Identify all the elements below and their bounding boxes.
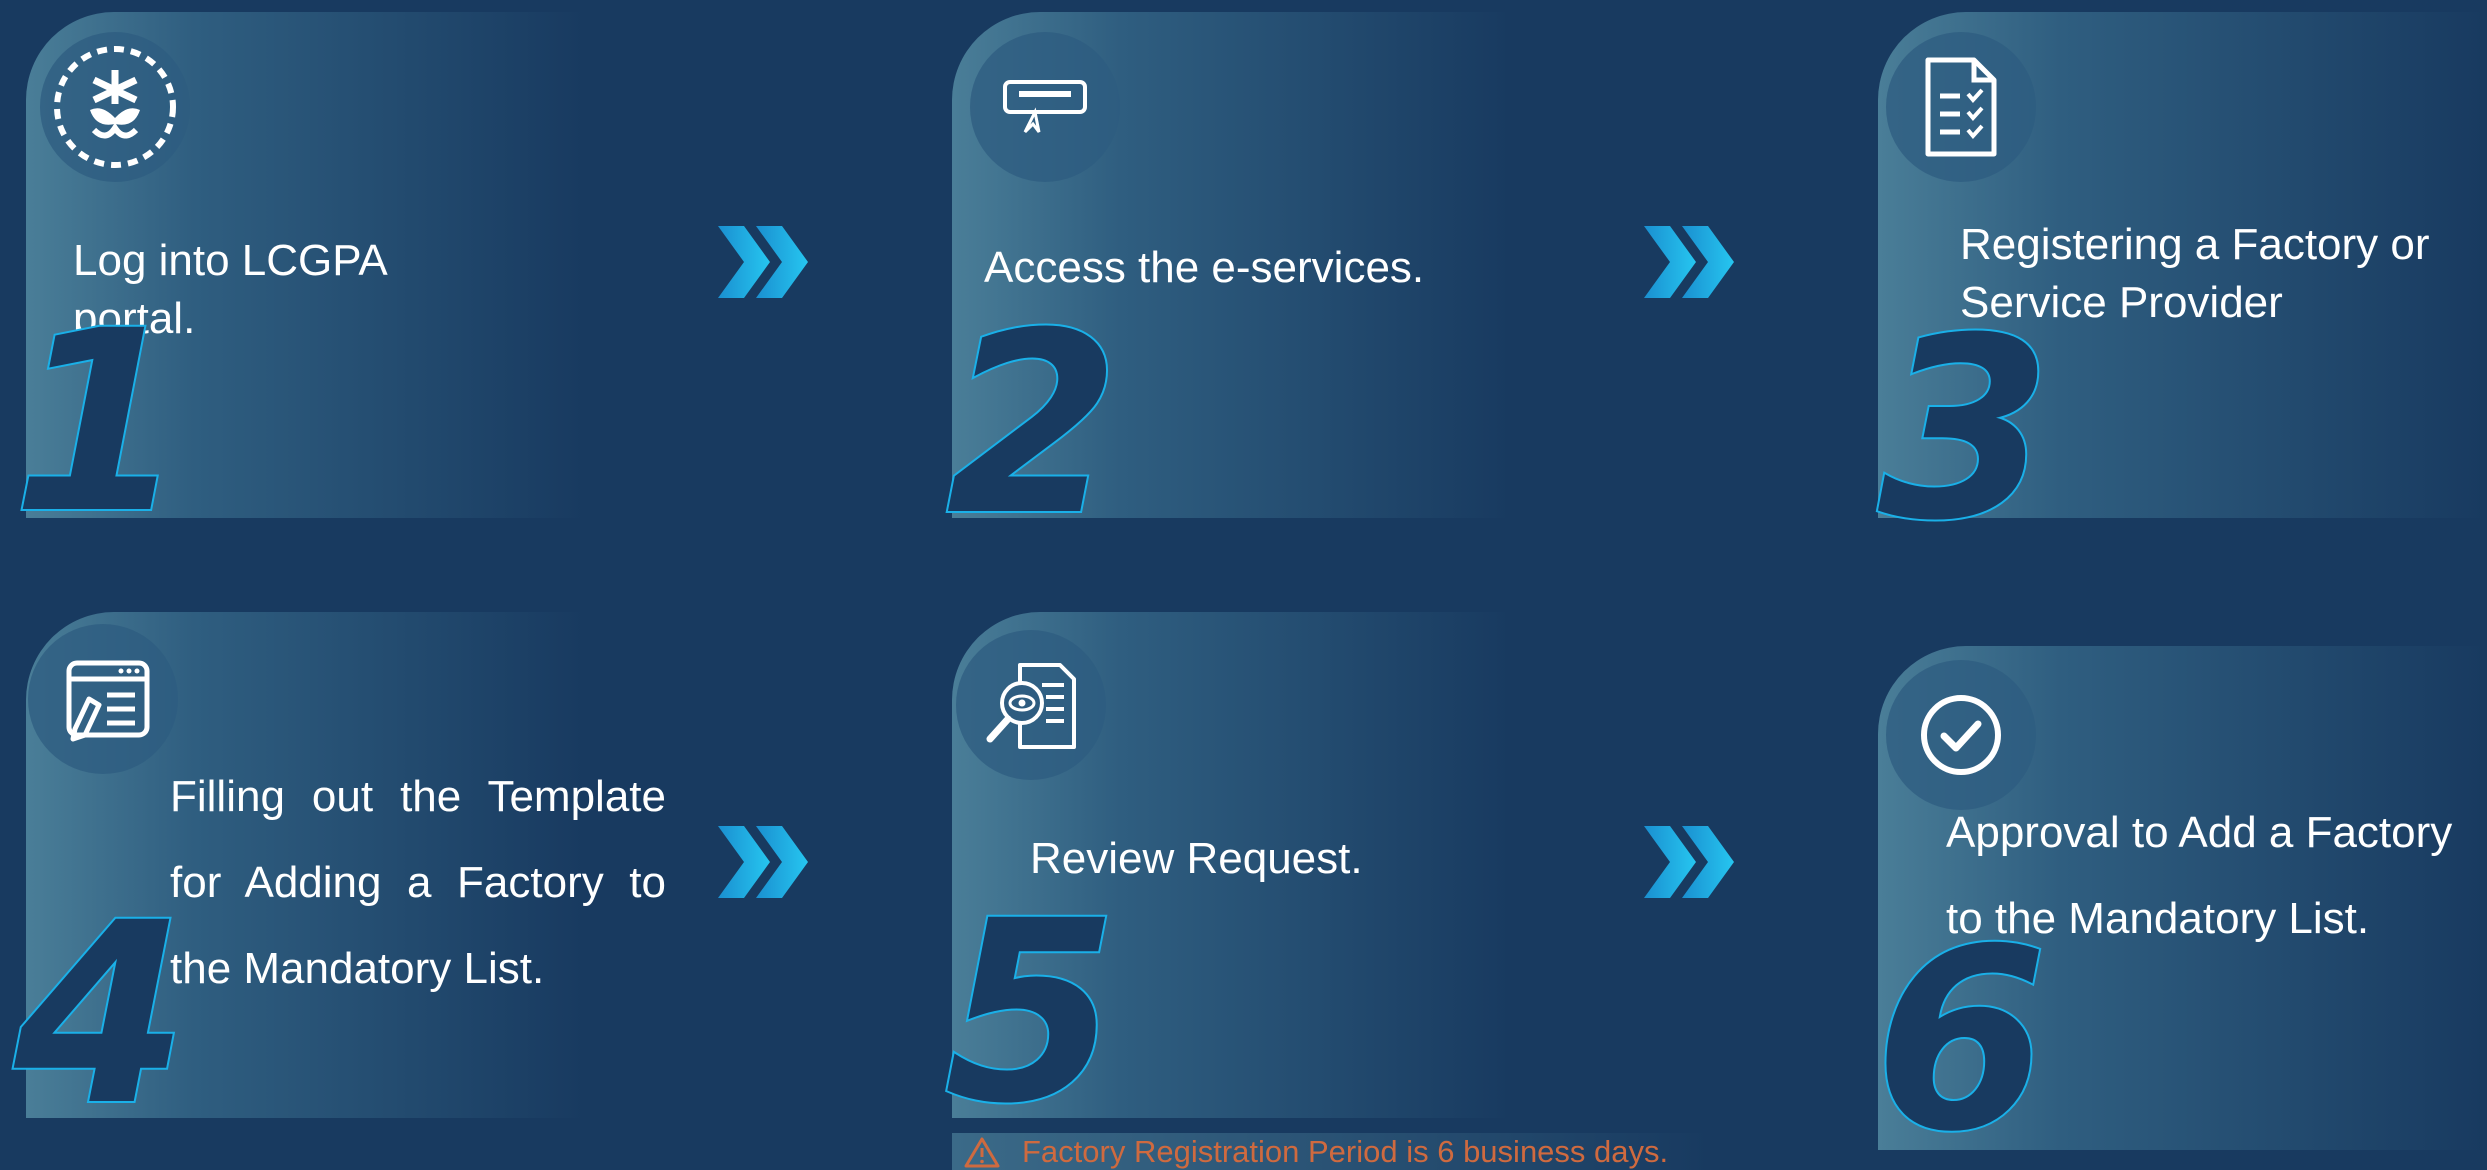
step-1-icon-circle <box>40 32 190 182</box>
step-4-icon-circle <box>28 624 178 774</box>
chevron-right-icon <box>1644 826 1734 898</box>
step-5-number: 5 <box>942 867 1120 1158</box>
message-pointer-icon <box>1003 80 1087 134</box>
step-2-icon-circle <box>970 32 1120 182</box>
step-3-number: 3 <box>1876 284 2054 575</box>
document-search-icon <box>986 663 1076 749</box>
step-6-number: 6 <box>1872 895 2050 1170</box>
step-5-icon-circle <box>956 630 1106 780</box>
chevron-right-icon <box>718 226 808 298</box>
chevron-right-icon <box>718 826 808 898</box>
step-4-number: 4 <box>12 869 190 1160</box>
process-steps-page: Log into LCGPA portal. 1 Access the e-se… <box>0 0 2487 1170</box>
notice-text: Factory Registration Period is 6 busines… <box>1022 1133 1669 1169</box>
registration-period-notice: Factory Registration Period is 6 busines… <box>952 1133 1712 1170</box>
step-6-icon-circle <box>1886 660 2036 810</box>
document-checklist-icon <box>1925 57 1997 157</box>
step-2-number: 2 <box>944 279 1122 570</box>
step-1-number: 1 <box>10 277 188 568</box>
form-edit-icon <box>66 660 150 742</box>
lcgpa-logo-icon <box>54 46 176 168</box>
chevron-right-icon <box>1644 226 1734 298</box>
check-circle-icon <box>1921 695 2001 775</box>
step-4-text: Filling out the Template for Adding a Fa… <box>170 772 666 993</box>
warning-icon <box>964 1137 1000 1167</box>
step-3-icon-circle <box>1886 32 2036 182</box>
